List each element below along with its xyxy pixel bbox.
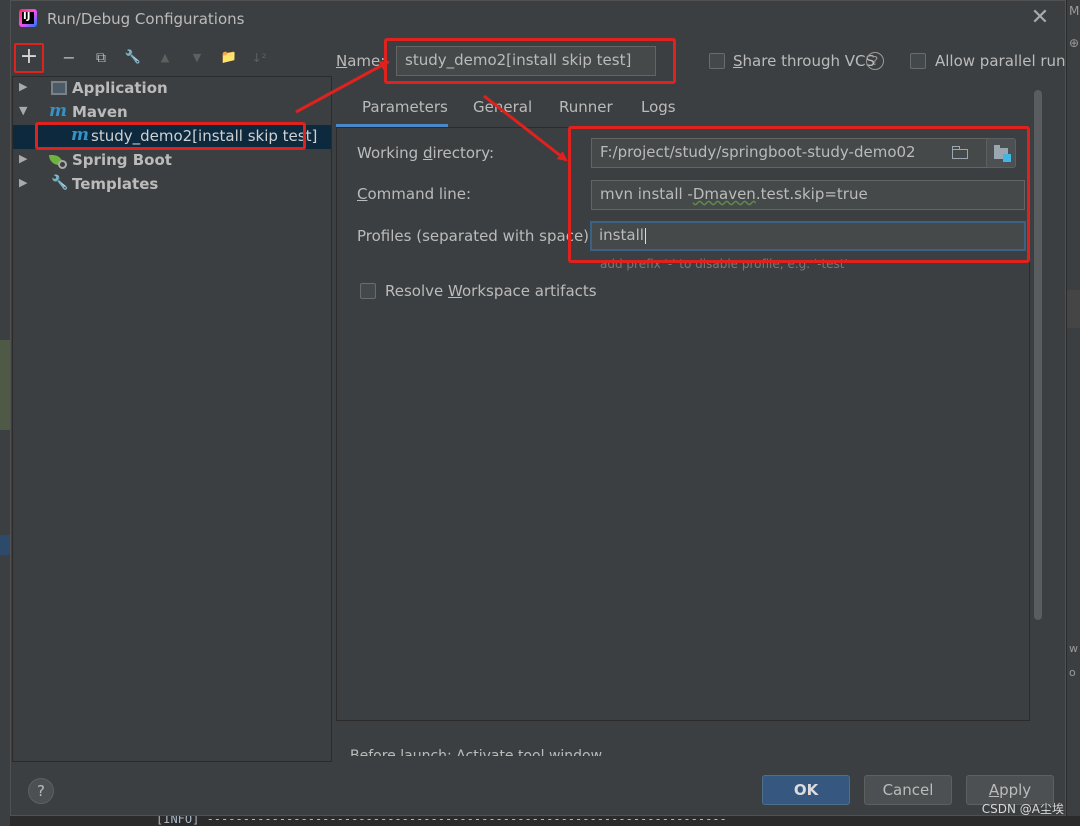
maven-icon: m [49, 101, 67, 121]
ide-background-strip [0, 340, 10, 430]
intellij-logo-icon: IJ [19, 9, 37, 27]
name-label: Name: [336, 52, 386, 70]
tab-logs[interactable]: Logs [641, 98, 676, 116]
ide-background-left [0, 0, 10, 826]
command-line-label: Command line: [357, 185, 471, 203]
tree-item-templates[interactable]: ▶ 🔧 Templates [13, 173, 331, 197]
resolve-workspace-label: Resolve Workspace artifacts [385, 282, 597, 300]
tab-runner[interactable]: Runner [559, 98, 613, 116]
expand-arrow-icon[interactable]: ▶ [19, 80, 27, 93]
application-icon [51, 81, 67, 95]
new-folder-button[interactable]: 📁 [218, 46, 240, 70]
close-icon[interactable]: ✕ [1029, 7, 1051, 29]
before-launch-section: Before launch: Activate tool window [340, 748, 640, 756]
help-icon[interactable]: ? [866, 52, 884, 70]
move-down-button[interactable]: ▼ [186, 46, 208, 70]
tree-item-label: Templates [72, 175, 159, 193]
tab-parameters[interactable]: Parameters [362, 98, 448, 116]
config-toolbar: + − ⧉ 🔧 ▲ ▼ 📁 ↓² [12, 43, 332, 74]
tree-item-label: Spring Boot [72, 151, 172, 169]
resolve-workspace-checkbox[interactable] [360, 283, 376, 299]
working-directory-label: Working directory: [357, 144, 495, 162]
copy-config-button[interactable]: ⧉ [90, 46, 112, 70]
expand-arrow-icon[interactable]: ▶ [19, 176, 27, 189]
cancel-button[interactable]: Cancel [864, 775, 952, 805]
allow-parallel-checkbox[interactable] [910, 53, 926, 69]
sort-button[interactable]: ↓² [248, 46, 270, 70]
ide-background-strip [1067, 290, 1080, 328]
expand-arrow-icon[interactable]: ▶ [19, 152, 27, 165]
move-up-button[interactable]: ▲ [154, 46, 176, 70]
allow-parallel-label: Allow parallel run [935, 52, 1066, 70]
config-tabs: Parameters General Runner Logs [336, 94, 1036, 128]
share-vcs-checkbox[interactable] [709, 53, 725, 69]
tree-item-label: Maven [72, 103, 128, 121]
ide-background-text: ⊕ [1069, 36, 1080, 50]
ide-background-text: M [1069, 4, 1080, 18]
title-bar: IJ Run/Debug Configurations ✕ [11, 1, 1065, 37]
spring-boot-icon [49, 153, 67, 169]
ide-background-text: w [1069, 642, 1078, 655]
help-button[interactable]: ? [28, 778, 54, 804]
share-vcs-label: Share through VCS [733, 52, 876, 70]
watermark: CSDN @A尘埃 [981, 802, 1064, 816]
red-highlight-box [35, 122, 306, 150]
tree-item-study-demo2[interactable]: m study_demo2[install skip test] [13, 122, 331, 150]
tree-item-application[interactable]: ▶ Application [13, 77, 331, 101]
ide-background-right: M ⊕ w o [1066, 0, 1080, 826]
red-highlight-box [568, 126, 1030, 263]
collapse-arrow-icon[interactable]: ▼ [19, 104, 27, 117]
before-launch-label[interactable]: Before launch: Activate tool window [350, 748, 602, 756]
red-highlight-box [384, 38, 676, 84]
ide-background-strip [0, 535, 10, 555]
config-tree: ▶ Application ▼ m Maven m study_demo2[in… [12, 76, 332, 762]
edit-defaults-button[interactable]: 🔧 [122, 46, 144, 70]
console-background: [INFO] ---------------------------------… [140, 812, 1080, 826]
panel-scrollbar[interactable] [1034, 90, 1042, 620]
tab-general[interactable]: General [473, 98, 532, 116]
wrench-icon: 🔧 [51, 175, 69, 191]
ok-button[interactable]: OK [762, 775, 850, 805]
profiles-label: Profiles (separated with space): [357, 227, 595, 245]
add-config-button[interactable]: + [14, 43, 44, 73]
tree-item-spring-boot[interactable]: ▶ Spring Boot [13, 149, 331, 173]
ide-background-text: o [1069, 666, 1076, 679]
remove-config-button[interactable]: − [58, 46, 80, 70]
dialog-title: Run/Debug Configurations [47, 10, 245, 28]
tree-item-label: Application [72, 79, 168, 97]
